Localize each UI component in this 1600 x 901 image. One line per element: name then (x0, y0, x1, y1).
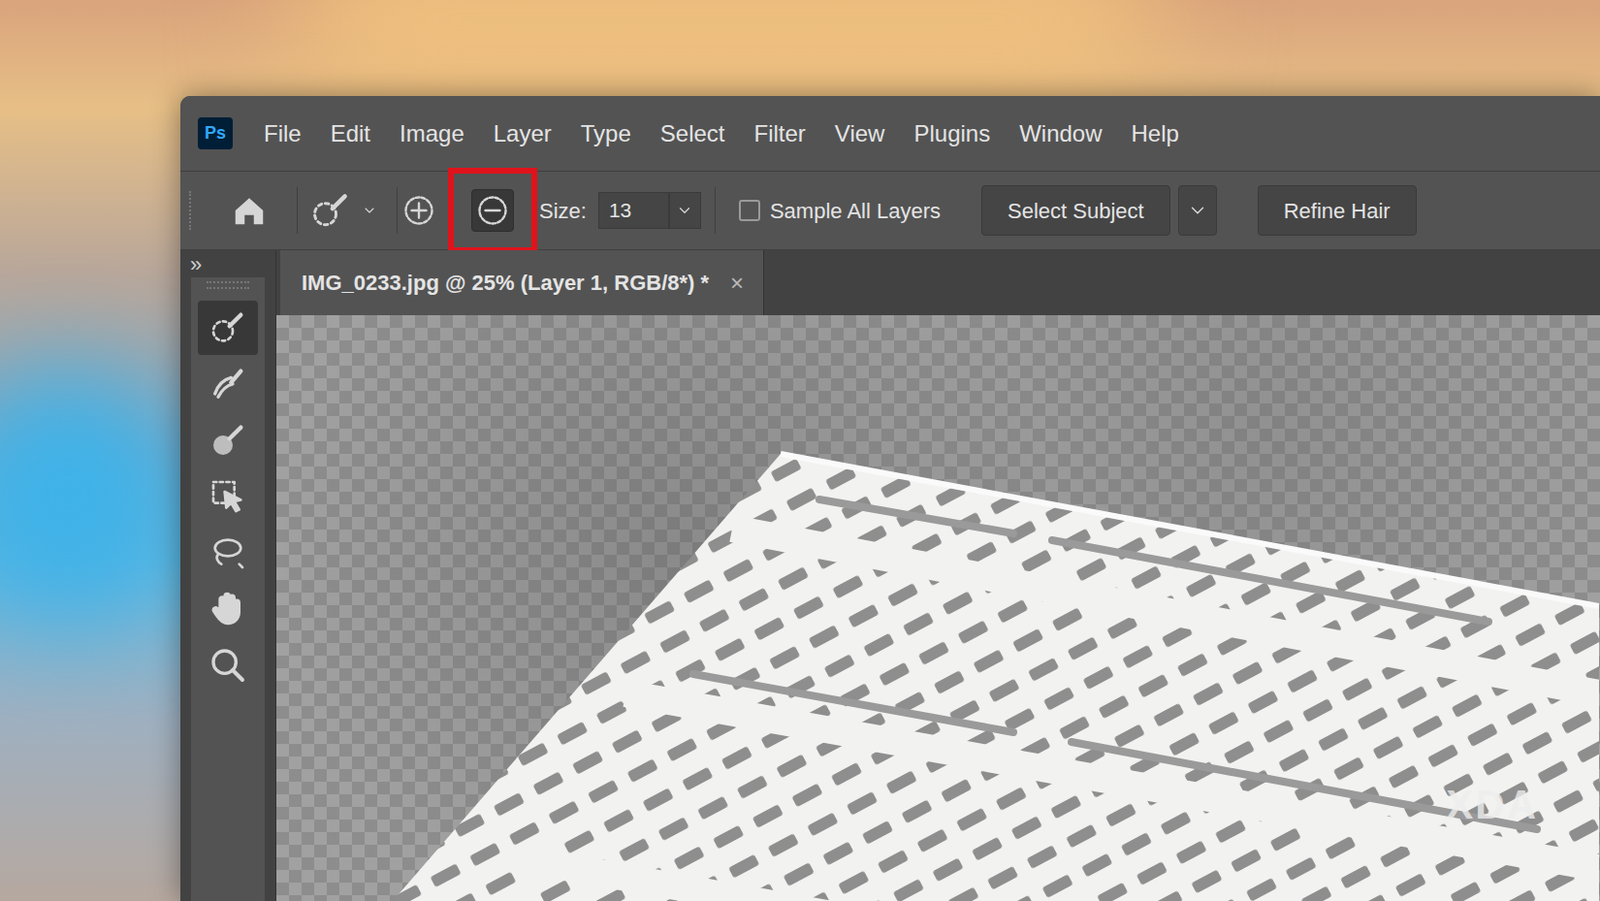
document-area: IMG_0233.jpg @ 25% (Layer 1, RGB/8*) * × X… (276, 250, 1600, 901)
tool-button[interactable] (197, 356, 258, 412)
menu-item[interactable]: View (834, 116, 886, 152)
annotation-box (448, 167, 538, 254)
select-subject-dropdown[interactable] (1178, 185, 1217, 236)
chevron-down-icon (1186, 199, 1209, 222)
menu-item[interactable]: Filter (754, 116, 806, 152)
photoshop-logo: Ps (197, 117, 233, 150)
menu-item[interactable]: Plugins (913, 116, 991, 152)
chevron-down-icon (361, 202, 378, 219)
panel-toggle[interactable]: » (190, 254, 202, 276)
menu-item[interactable]: Edit (330, 116, 371, 152)
tab-label: IMG_0233.jpg @ 25% (Layer 1, RGB/8*) * (301, 266, 709, 299)
tool-button[interactable] (197, 525, 258, 580)
size-label: Size: (539, 194, 587, 227)
menu-item[interactable]: Help (1131, 116, 1180, 152)
home-icon (230, 192, 268, 229)
checkbox[interactable] (738, 199, 761, 222)
size-dropdown[interactable] (669, 192, 702, 229)
sample-all-layers[interactable]: Sample All Layers (738, 194, 941, 227)
toolbar-grip (206, 281, 250, 289)
grip (189, 191, 192, 230)
menu-item[interactable]: File (263, 116, 302, 152)
option-button[interactable]: Refine Hair (1257, 185, 1417, 236)
lasso-icon (208, 533, 248, 573)
checkbox-label: Sample All Layers (769, 194, 941, 227)
hand-icon (208, 589, 248, 629)
subtract-circle-icon (475, 192, 511, 228)
tab-close[interactable]: × (730, 265, 744, 301)
add-mode-button[interactable] (397, 189, 441, 232)
separator (296, 187, 298, 234)
photoshop-window: Ps File Edit Image Layer Type Select Filter View… (180, 96, 1600, 901)
document-tab[interactable]: IMG_0233.jpg @ 25% (Layer 1, RGB/8*) * × (280, 250, 765, 316)
tab-bar: IMG_0233.jpg @ 25% (Layer 1, RGB/8*) * × (276, 250, 1600, 316)
zoom-icon (208, 645, 248, 685)
object-selection-icon (208, 477, 248, 516)
size-input[interactable]: 13 (598, 192, 670, 229)
brush-selection-icon (208, 420, 248, 460)
canvas[interactable]: XDA (276, 315, 1600, 901)
menu-item[interactable]: Type (580, 116, 632, 152)
tool-button[interactable] (197, 300, 258, 355)
option-button[interactable]: Select Subject (981, 185, 1171, 236)
quick-selection-icon (208, 308, 248, 348)
add-circle-icon (401, 192, 437, 228)
menu-item[interactable]: Image (399, 116, 465, 152)
toolbar (191, 277, 265, 901)
quick-selection-brush-icon (309, 189, 352, 232)
photo-subject (276, 315, 1600, 901)
workspace: » IMG_0233.jpg @ 25% (Layer 1, RGB/8*) * ×… (180, 250, 1600, 901)
tool-button[interactable] (197, 581, 258, 637)
separator (714, 187, 716, 234)
chevron-down-icon (675, 201, 694, 220)
subtract-mode-button[interactable] (471, 189, 514, 232)
watermark: XDA (1445, 773, 1538, 835)
menu-item[interactable]: Layer (493, 116, 552, 152)
object-selection-brush-icon (208, 364, 248, 404)
options-bar: Size: 13 Sample All Layers Select Subject Re… (180, 171, 1600, 251)
separator (396, 187, 398, 234)
menu-bar: Ps File Edit Image Layer Type Select Filter View… (180, 96, 1600, 172)
menu-item[interactable]: Select (660, 116, 726, 152)
tool-button[interactable] (197, 638, 258, 693)
tool-button[interactable] (197, 469, 258, 524)
tools-column: » (180, 250, 277, 901)
tool-button[interactable] (197, 413, 258, 468)
menu-item[interactable]: Window (1019, 116, 1102, 152)
